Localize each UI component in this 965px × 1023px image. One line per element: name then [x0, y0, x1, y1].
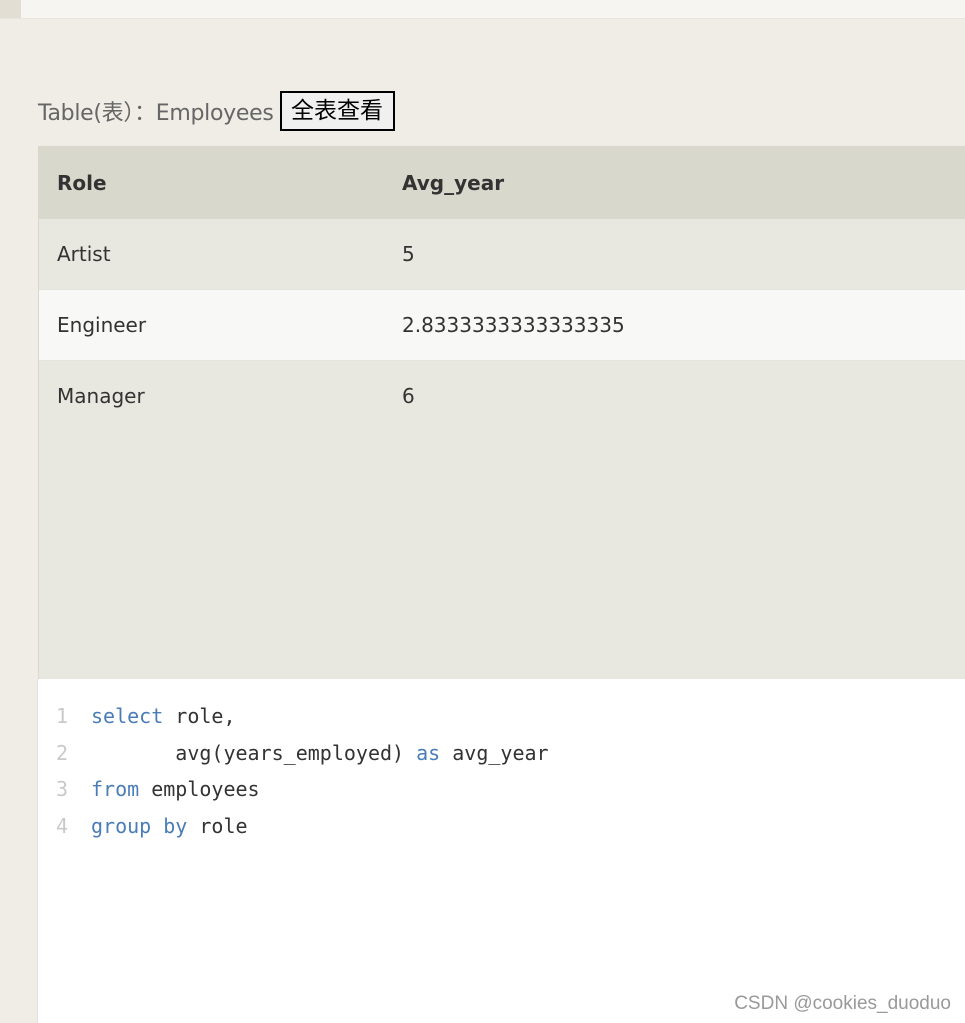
cell-role: Artist	[57, 242, 111, 266]
table-title-row: Table(表）：Employees 全表查看	[38, 88, 395, 134]
sql-code-editor[interactable]: 1 select role, 2 avg(years_employed) as …	[37, 679, 965, 1023]
column-header-role: Role	[39, 146, 384, 219]
line-number: 2	[56, 741, 69, 765]
csdn-watermark: CSDN @cookies_duoduo	[734, 993, 951, 1014]
toolbar-edge	[0, 0, 21, 18]
line-number: 3	[56, 777, 69, 801]
result-table: Role Avg_year Artist 5 Engineer 2.833333…	[39, 146, 965, 431]
sql-keyword: select	[91, 704, 164, 728]
line-number: 4	[56, 814, 69, 838]
sql-text: avg_year	[440, 741, 549, 765]
table-row: Manager 6	[39, 361, 965, 432]
code-line: 3 from employees	[38, 771, 260, 807]
sql-text: role	[187, 814, 248, 838]
line-number: 1	[56, 704, 69, 728]
cell-avg-year: 6	[402, 384, 415, 408]
column-header-avg-year: Avg_year	[384, 146, 965, 219]
sql-keyword: from	[91, 777, 140, 801]
sql-keyword: group by	[91, 814, 188, 838]
cell-avg-year: 5	[402, 242, 415, 266]
query-result-panel: Role Avg_year Artist 5 Engineer 2.833333…	[38, 146, 965, 679]
table-name-label: Table(表）：Employees	[38, 101, 274, 126]
table-header-row: Role Avg_year	[39, 146, 965, 219]
table-row: Artist 5	[39, 219, 965, 290]
top-toolbar	[0, 0, 965, 19]
sql-text: employees	[139, 777, 260, 801]
code-line: 2 avg(years_employed) as avg_year	[38, 735, 549, 771]
view-full-table-button[interactable]: 全表查看	[279, 91, 395, 131]
sql-text: role,	[163, 704, 236, 728]
sql-keyword: as	[416, 741, 441, 765]
cell-role: Manager	[57, 384, 145, 408]
sql-text: avg(years_employed)	[91, 741, 417, 765]
cell-role: Engineer	[39, 289, 384, 361]
cell-avg-year: 2.8333333333333335	[384, 289, 965, 361]
table-row: Engineer 2.8333333333333335	[39, 289, 965, 361]
code-line: 1 select role,	[38, 698, 236, 734]
code-line: 4 group by role	[38, 808, 248, 844]
